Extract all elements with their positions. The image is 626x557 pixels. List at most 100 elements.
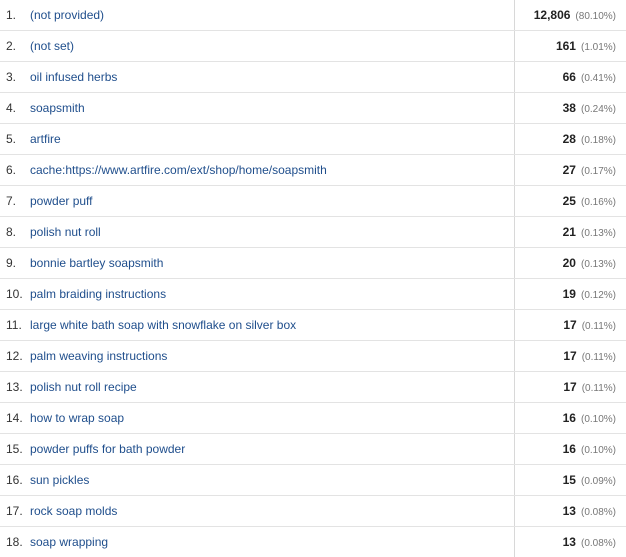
row-index: 14. xyxy=(0,403,30,434)
keyword-cell: artfire xyxy=(30,124,514,155)
sessions-value: 17 xyxy=(563,349,576,363)
keyword-link[interactable]: cache:https://www.artfire.com/ext/shop/h… xyxy=(30,163,327,177)
value-cell: 17(0.11%) xyxy=(514,372,626,403)
table-row: 12. palm weaving instructions 17 (0.11%) xyxy=(0,341,626,372)
sessions-value: 66 xyxy=(563,70,576,84)
value-cell: 66 (0.41%) xyxy=(514,62,626,93)
keyword-cell: (not provided) xyxy=(30,0,514,31)
row-index: 11. xyxy=(0,310,30,341)
value-cell: 16(0.10%) xyxy=(514,403,626,434)
keyword-table-body: 1. (not provided) 12,806(80.10%) 2. (not… xyxy=(0,0,626,557)
keyword-cell: soapsmith xyxy=(30,93,514,124)
table-row: 15. powder puffs for bath powder 16 (0.10… xyxy=(0,434,626,465)
keyword-cell: sun pickles xyxy=(30,465,514,496)
keyword-link[interactable]: soap wrapping xyxy=(30,535,108,549)
table-row: 16. sun pickles 15(0.09%) xyxy=(0,465,626,496)
table-row: 10. palm braiding instructions 19(0.12%) xyxy=(0,279,626,310)
value-cell: 20 (0.13%) xyxy=(514,248,626,279)
value-cell: 16 (0.10%) xyxy=(514,434,626,465)
sessions-value: 21 xyxy=(563,225,576,239)
value-cell: 12,806 (80.10%) xyxy=(514,0,626,31)
percent-value: (0.11%) xyxy=(582,352,616,363)
sessions-value: 19 xyxy=(563,287,576,301)
row-index: 6. xyxy=(0,155,30,186)
keyword-link[interactable]: oil infused herbs xyxy=(30,70,117,84)
row-index: 18. xyxy=(0,527,30,557)
keyword-link[interactable]: powder puff xyxy=(30,194,93,208)
keyword-link[interactable]: polish nut roll xyxy=(30,225,101,239)
row-index: 12. xyxy=(0,341,30,372)
table-row: 8. polish nut roll 21 (0.13%) xyxy=(0,217,626,248)
table-row: 6. cache:https://www.artfire.com/ext/sho… xyxy=(0,155,626,186)
row-index: 5. xyxy=(0,124,30,155)
value-cell: 21 (0.13%) xyxy=(514,217,626,248)
sessions-value: 16 xyxy=(563,442,576,456)
value-cell: 38 (0.24%) xyxy=(514,93,626,124)
percent-value: (0.13%) xyxy=(581,259,616,270)
table-row: 2. (not set) 161(1.01%) xyxy=(0,31,626,62)
row-index: 15. xyxy=(0,434,30,465)
keyword-link[interactable]: palm braiding instructions xyxy=(30,287,166,301)
keyword-cell: cache:https://www.artfire.com/ext/shop/h… xyxy=(30,155,514,186)
keyword-link[interactable]: artfire xyxy=(30,132,61,146)
sessions-value: 20 xyxy=(563,256,576,270)
row-index: 10. xyxy=(0,279,30,310)
keyword-link[interactable]: palm weaving instructions xyxy=(30,349,167,363)
keyword-cell: how to wrap soap xyxy=(30,403,514,434)
value-cell: 15(0.09%) xyxy=(514,465,626,496)
sessions-value: 12,806 xyxy=(534,8,571,22)
keyword-link[interactable]: bonnie bartley soapsmith xyxy=(30,256,163,270)
value-cell: 19(0.12%) xyxy=(514,279,626,310)
value-cell: 17 (0.11%) xyxy=(514,341,626,372)
percent-value: (0.24%) xyxy=(581,104,616,115)
keyword-cell: bonnie bartley soapsmith xyxy=(30,248,514,279)
row-index: 17. xyxy=(0,496,30,527)
sessions-value: 161 xyxy=(556,39,576,53)
row-index: 8. xyxy=(0,217,30,248)
sessions-value: 25 xyxy=(563,194,576,208)
row-index: 3. xyxy=(0,62,30,93)
row-index: 16. xyxy=(0,465,30,496)
percent-value: (0.18%) xyxy=(581,135,616,146)
percent-value: (0.08%) xyxy=(581,507,616,518)
keyword-cell: polish nut roll recipe xyxy=(30,372,514,403)
percent-value: (0.13%) xyxy=(581,228,616,239)
row-index: 13. xyxy=(0,372,30,403)
value-cell: 25 (0.16%) xyxy=(514,186,626,217)
keyword-link[interactable]: large white bath soap with snowflake on … xyxy=(30,318,296,332)
percent-value: (0.41%) xyxy=(581,73,616,84)
row-index: 7. xyxy=(0,186,30,217)
table-row: 7. powder puff 25 (0.16%) xyxy=(0,186,626,217)
table-row: 17. rock soap molds 13 (0.08%) xyxy=(0,496,626,527)
percent-value: (1.01%) xyxy=(581,42,616,53)
row-index: 9. xyxy=(0,248,30,279)
percent-value: (0.10%) xyxy=(581,445,616,456)
percent-value: (80.10%) xyxy=(575,11,616,22)
percent-value: (0.09%) xyxy=(581,476,616,487)
keyword-link[interactable]: (not set) xyxy=(30,39,74,53)
table-row: 9. bonnie bartley soapsmith 20 (0.13%) xyxy=(0,248,626,279)
keyword-link[interactable]: powder puffs for bath powder xyxy=(30,442,185,456)
value-cell: 13 (0.08%) xyxy=(514,496,626,527)
percent-value: (0.16%) xyxy=(581,197,616,208)
keyword-link[interactable]: polish nut roll recipe xyxy=(30,380,137,394)
table-row: 13. polish nut roll recipe 17(0.11%) xyxy=(0,372,626,403)
row-index: 1. xyxy=(0,0,30,31)
keyword-cell: rock soap molds xyxy=(30,496,514,527)
table-row: 14. how to wrap soap 16(0.10%) xyxy=(0,403,626,434)
sessions-value: 28 xyxy=(563,132,576,146)
sessions-value: 13 xyxy=(563,504,576,518)
sessions-value: 38 xyxy=(563,101,576,115)
table-row: 1. (not provided) 12,806 (80.10%) xyxy=(0,0,626,31)
keyword-cell: palm weaving instructions xyxy=(30,341,514,372)
keyword-cell: oil infused herbs xyxy=(30,62,514,93)
keyword-link[interactable]: (not provided) xyxy=(30,8,104,22)
keyword-link[interactable]: soapsmith xyxy=(30,101,85,115)
keyword-link[interactable]: rock soap molds xyxy=(30,504,117,518)
keyword-link[interactable]: sun pickles xyxy=(30,473,89,487)
sessions-value: 17 xyxy=(563,380,576,394)
keyword-cell: powder puff xyxy=(30,186,514,217)
keyword-link[interactable]: how to wrap soap xyxy=(30,411,124,425)
percent-value: (0.17%) xyxy=(581,166,616,177)
keyword-cell: soap wrapping xyxy=(30,527,514,557)
